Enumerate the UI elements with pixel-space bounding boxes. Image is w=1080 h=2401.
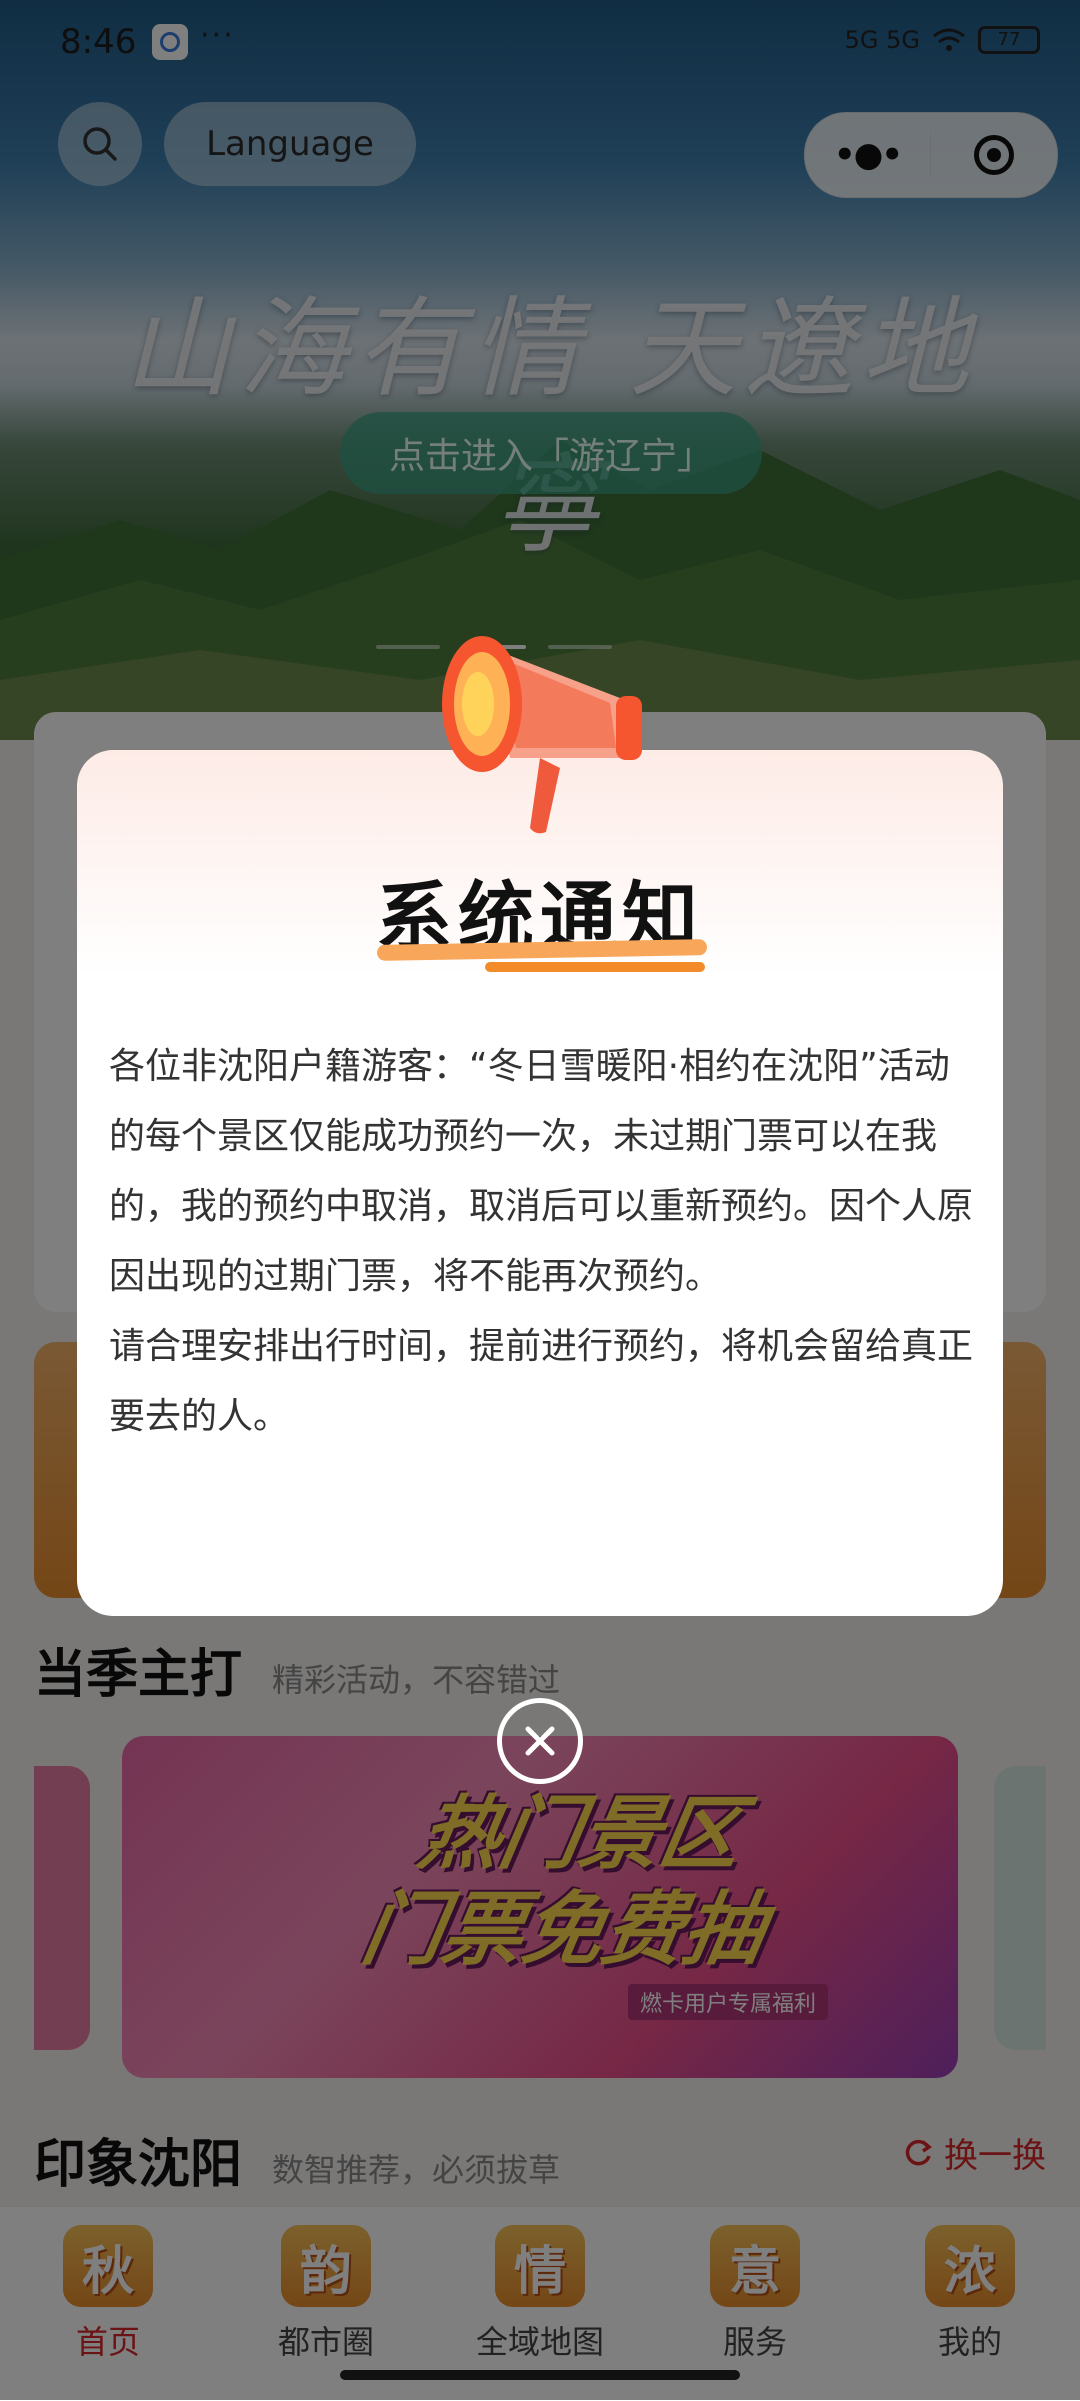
- close-dialog-button[interactable]: [497, 1698, 583, 1784]
- dialog-paragraph: 各位非沈阳户籍游客：“冬日雪暖阳·相约在沈阳”活动的每个景区仅能成功预约一次，未…: [109, 1046, 974, 1297]
- close-icon: [525, 1726, 555, 1756]
- megaphone-icon: [442, 636, 642, 834]
- dialog-paragraph: 请合理安排出行时间，提前进行预约，将机会留给真正要去的人。: [109, 1326, 974, 1437]
- system-notice-dialog: 系统通知 各位非沈阳户籍游客：“冬日雪暖阳·相约在沈阳”活动的每个景区仅能成功预…: [77, 750, 1003, 1616]
- title-underline-accent: [485, 962, 705, 972]
- dialog-body: 各位非沈阳户籍游客：“冬日雪暖阳·相约在沈阳”活动的每个景区仅能成功预约一次，未…: [109, 1032, 979, 1452]
- home-indicator[interactable]: [340, 2370, 740, 2380]
